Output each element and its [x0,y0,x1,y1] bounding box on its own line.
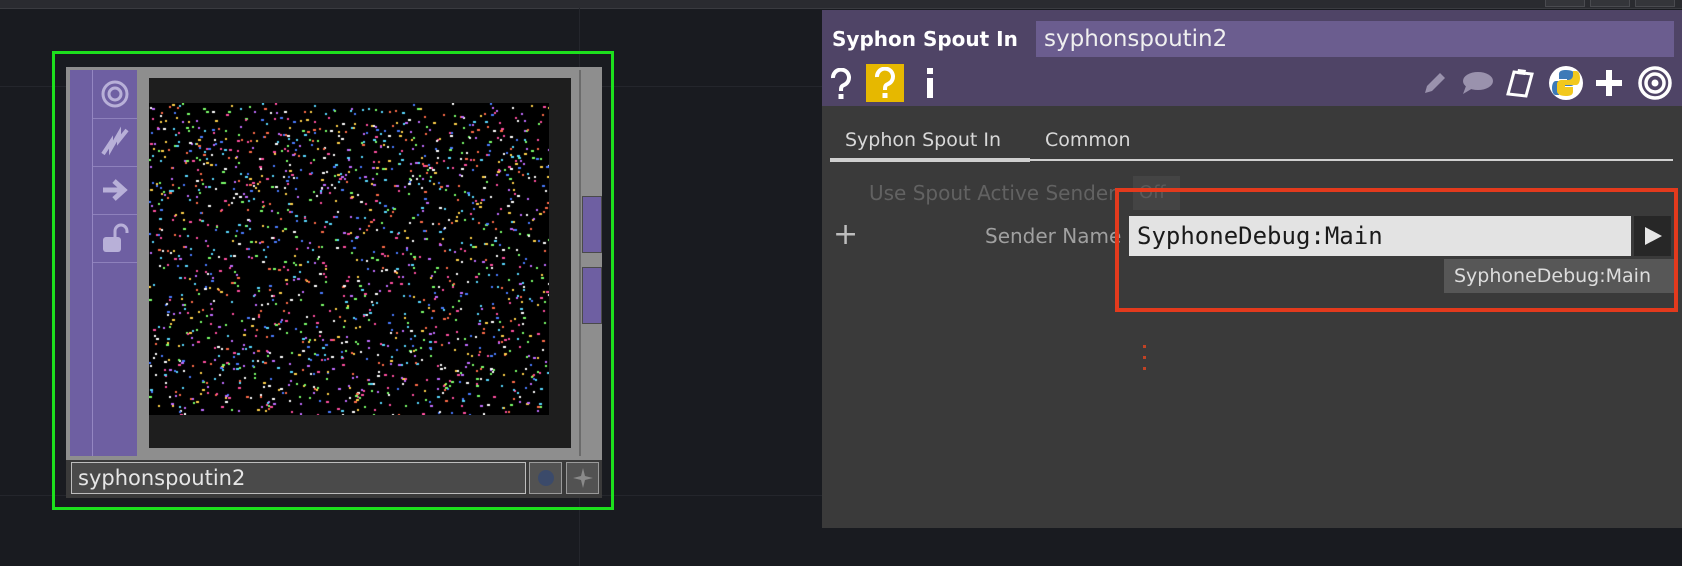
operator-name-field[interactable]: syphonspoutin2 [1036,21,1674,57]
node-input-strip[interactable] [70,70,92,456]
python-help-icon[interactable] [866,64,904,102]
tab-syphon-spout-in[interactable]: Syphon Spout In [830,122,1030,162]
annotation-mark [1143,356,1146,359]
arrow-right-icon[interactable] [93,166,137,215]
tab-divider [830,159,1673,161]
annotation-mark [1143,367,1146,370]
sender-name-label: Sender Name [985,224,1122,248]
node-viewer-scrollbar[interactable] [579,70,602,456]
node-expand-button[interactable] [566,462,599,494]
target-icon[interactable] [1636,64,1674,102]
window-top-bar [0,0,1682,9]
clipboard-icon[interactable] [1504,64,1538,102]
preview-image [149,103,549,415]
help-icon[interactable] [830,66,852,102]
scrollbar-handle[interactable] [582,196,602,253]
comment-icon[interactable] [1459,68,1495,98]
node-state-button[interactable] [529,462,562,494]
plus-icon[interactable] [1592,66,1626,100]
node-flag-column [92,70,137,456]
node-preview[interactable] [149,78,571,448]
window-control-button[interactable] [1590,0,1630,7]
annotation-highlight-box [1115,188,1678,312]
info-icon[interactable] [922,66,938,100]
viewer-icon[interactable] [93,70,137,119]
lock-icon[interactable] [93,214,137,263]
cook-icon[interactable] [93,118,137,167]
window-control-button[interactable] [1545,0,1585,7]
expand-parameter-icon[interactable]: + [833,220,858,250]
python-icon[interactable] [1547,64,1585,102]
tab-common[interactable]: Common [1045,122,1131,158]
window-control-button[interactable] [1635,0,1675,7]
scrollbar-handle[interactable] [582,267,602,324]
node-name-label[interactable]: syphonspoutin2 [71,462,526,494]
use-spout-active-sender-label: Use Spout Active Sender [869,181,1117,205]
edit-icon[interactable] [1419,66,1449,100]
annotation-mark [1143,345,1146,348]
operator-type-label: Syphon Spout In [832,27,1018,51]
